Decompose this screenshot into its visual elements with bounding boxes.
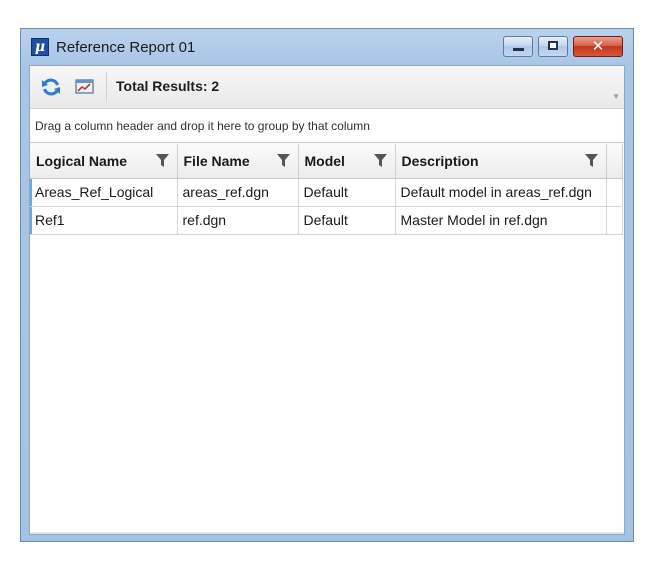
filter-icon[interactable]: [584, 154, 598, 168]
cell-model[interactable]: Default: [298, 178, 396, 207]
table-row[interactable]: Ref1 ref.dgn Default Master Model in ref…: [30, 206, 623, 235]
column-header-label: Logical Name: [36, 152, 128, 169]
column-header-spacer: [606, 144, 623, 179]
window-title: Reference Report 01: [56, 39, 196, 56]
column-header-logical-name[interactable]: Logical Name: [30, 144, 178, 179]
column-header-description[interactable]: Description: [395, 144, 607, 179]
column-header-label: File Name: [183, 152, 250, 169]
cell-spacer: [606, 178, 623, 207]
filter-icon[interactable]: [373, 154, 387, 168]
header-row: Logical Name File Name Model Description: [30, 144, 623, 179]
total-results-label: Total Results: 2: [116, 78, 220, 94]
close-icon: ✕: [591, 38, 605, 55]
group-by-hint: Drag a column header and drop it here to…: [35, 119, 370, 133]
cell-logical-name[interactable]: Areas_Ref_Logical: [30, 178, 178, 207]
results-table: Logical Name File Name Model Description…: [30, 144, 623, 235]
overflow-icon[interactable]: ▼: [612, 92, 620, 101]
results-grid: Logical Name File Name Model Description…: [30, 144, 624, 534]
title-bar[interactable]: μ Reference Report 01 ✕: [21, 29, 633, 65]
column-header-label: Model: [304, 152, 345, 169]
column-header-label: Description: [401, 152, 479, 169]
toolbar: Total Results: 2 ▼: [30, 66, 624, 109]
minimize-icon: [513, 48, 524, 51]
app-icon: μ: [31, 38, 49, 56]
cell-model[interactable]: Default: [298, 206, 396, 235]
cell-spacer: [606, 206, 623, 235]
cell-file-name[interactable]: areas_ref.dgn: [177, 178, 299, 207]
report-content: Total Results: 2 ▼ Drag a column header …: [29, 65, 625, 535]
grid-bottom-border: [30, 532, 624, 534]
filter-icon[interactable]: [276, 154, 290, 168]
close-button[interactable]: ✕: [573, 36, 623, 57]
cell-file-name[interactable]: ref.dgn: [177, 206, 299, 235]
column-header-file-name[interactable]: File Name: [177, 144, 299, 179]
refresh-button[interactable]: [40, 76, 62, 98]
toolbar-separator: [106, 72, 107, 102]
maximize-button[interactable]: [538, 36, 568, 57]
chart-button[interactable]: [74, 76, 96, 98]
table-row[interactable]: Areas_Ref_Logical areas_ref.dgn Default …: [30, 178, 623, 207]
cell-description[interactable]: Default model in areas_ref.dgn: [395, 178, 607, 207]
chart-icon: [75, 79, 94, 94]
filter-icon[interactable]: [155, 154, 169, 168]
maximize-icon: [548, 41, 558, 50]
column-header-model[interactable]: Model: [298, 144, 396, 179]
minimize-button[interactable]: [503, 36, 533, 57]
refresh-icon: [42, 78, 60, 96]
report-window: μ Reference Report 01 ✕ Total Results: 2…: [20, 28, 634, 542]
group-by-panel[interactable]: Drag a column header and drop it here to…: [30, 109, 624, 143]
cell-logical-name[interactable]: Ref1: [30, 206, 178, 235]
cell-description[interactable]: Master Model in ref.dgn: [395, 206, 607, 235]
